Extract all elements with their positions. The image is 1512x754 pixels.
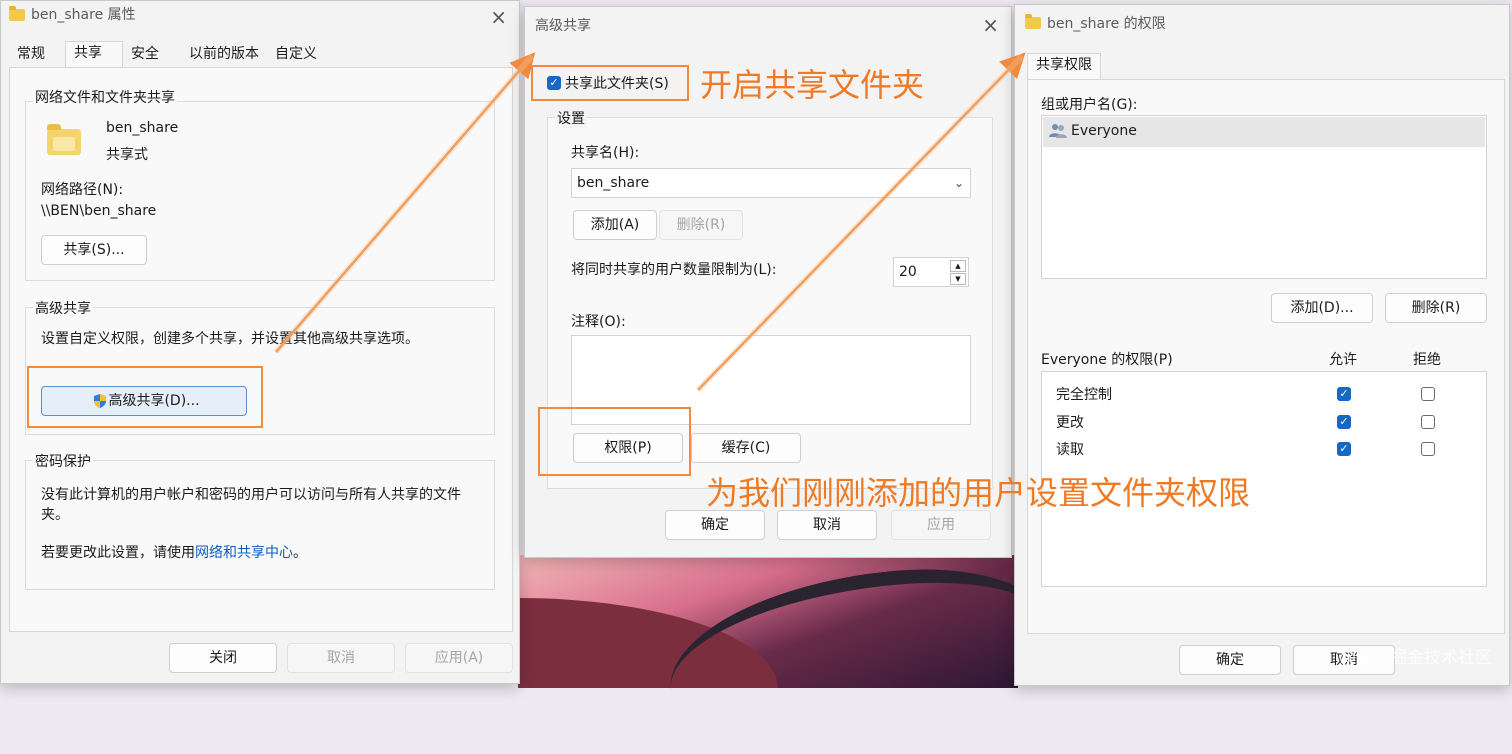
permissions-highlight (538, 407, 691, 476)
ok-button[interactable]: 确定 (665, 510, 765, 540)
tab-general[interactable]: 常规 (9, 43, 53, 67)
list-item[interactable]: Everyone (1043, 117, 1485, 147)
annotation-set-permissions: 为我们刚刚添加的用户设置文件夹权限 (706, 474, 1251, 512)
tab-security[interactable]: 安全 (123, 43, 167, 67)
caching-button[interactable]: 缓存(C) (691, 433, 801, 463)
deny-read-checkbox[interactable] (1421, 442, 1435, 456)
share-name-value: ben_share (577, 175, 650, 191)
ok-button[interactable]: 确定 (1179, 645, 1281, 675)
group-user-label: 组或用户名(G): (1041, 97, 1138, 113)
tab-sharing[interactable]: 共享 (65, 41, 123, 67)
tab-previous-versions[interactable]: 以前的版本 (181, 43, 267, 67)
chevron-down-icon: ⌄ (953, 176, 964, 190)
close-button[interactable]: 关闭 (169, 643, 277, 673)
user-limit-label: 将同时共享的用户数量限制为(L): (571, 262, 777, 278)
permissions-for-label: Everyone 的权限(P) (1041, 352, 1173, 368)
folder-name: ben_share (106, 120, 179, 136)
users-group-icon (1049, 124, 1067, 138)
permissions-titlebar: ben_share 的权限 (1015, 5, 1509, 39)
desktop-wallpaper (518, 555, 1056, 754)
perm-name-read: 读取 (1056, 442, 1084, 458)
wallpaper-road (660, 555, 1056, 754)
annotation-enable-share: 开启共享文件夹 (700, 66, 925, 104)
properties-title: ben_share 属性 (31, 7, 136, 23)
allow-full-control-checkbox[interactable]: ✓ (1337, 387, 1351, 401)
user-name: Everyone (1071, 123, 1137, 139)
share-button[interactable]: 共享(S)... (41, 235, 147, 265)
shared-folder-icon (47, 124, 81, 155)
user-limit-stepper[interactable]: 20 ▲ ▼ (893, 257, 969, 287)
network-path-label: 网络路径(N): (41, 182, 124, 198)
apply-button[interactable]: 应用 (891, 510, 991, 540)
permissions-title: ben_share 的权限 (1047, 16, 1166, 32)
spin-down-icon[interactable]: ▼ (950, 273, 966, 285)
folder-share-status: 共享式 (106, 147, 148, 163)
password-group-label: 密码保护 (33, 451, 93, 471)
cancel-button[interactable]: 取消 (287, 643, 395, 673)
perm-name-full-control: 完全控制 (1056, 387, 1112, 403)
password-protection-group (25, 460, 495, 590)
share-name-select[interactable]: ben_share ⌄ (571, 168, 971, 198)
tab-share-permissions[interactable]: 共享权限 (1027, 53, 1101, 79)
password-change-suffix: 。 (293, 545, 307, 561)
deny-full-control-checkbox[interactable] (1421, 387, 1435, 401)
advanced-sharing-title: 高级共享 (535, 18, 591, 34)
properties-titlebar: ben_share 属性 × (1, 1, 519, 35)
spin-up-icon[interactable]: ▲ (950, 260, 966, 272)
deny-column-header: 拒绝 (1413, 352, 1441, 368)
password-change-prefix: 若要更改此设置，请使用 (41, 545, 195, 561)
watermark: @稀土掘金技术社区 (1339, 648, 1492, 668)
allow-change-checkbox[interactable]: ✓ (1337, 415, 1351, 429)
permissions-dialog: ben_share 的权限 共享权限 组或用户名(G): Everyone 添加… (1014, 4, 1510, 686)
remove-user-button[interactable]: 删除(R) (1385, 293, 1487, 323)
advanced-share-highlight (27, 366, 263, 428)
comment-label: 注释(O): (571, 314, 626, 330)
add-user-button[interactable]: 添加(D)... (1271, 293, 1373, 323)
close-icon[interactable]: × (490, 5, 507, 29)
properties-dialog: ben_share 属性 × 常规 共享 安全 以前的版本 自定义 网络文件和文… (0, 0, 520, 684)
folder-icon (1025, 14, 1041, 29)
password-description: 没有此计算机的用户帐户和密码的用户可以访问与所有人共享的文件夹。 (41, 487, 461, 523)
share-name-label: 共享名(H): (571, 145, 640, 161)
cancel-button[interactable]: 取消 (777, 510, 877, 540)
advanced-share-description: 设置自定义权限，创建多个共享，并设置其他高级共享选项。 (41, 331, 419, 347)
tab-customize[interactable]: 自定义 (267, 43, 325, 67)
close-icon[interactable]: × (982, 13, 999, 37)
advanced-sharing-titlebar: 高级共享 × (525, 7, 1011, 41)
share-folder-highlight (531, 65, 689, 101)
user-limit-value: 20 (899, 264, 917, 280)
advanced-share-group-label: 高级共享 (33, 298, 93, 318)
settings-group-label: 设置 (555, 108, 587, 128)
folder-icon (9, 6, 25, 21)
network-sharing-center-link[interactable]: 网络和共享中心 (195, 545, 293, 561)
password-change-line: 若要更改此设置，请使用网络和共享中心。 (41, 542, 307, 562)
apply-button[interactable]: 应用(A) (405, 643, 513, 673)
network-path-value: \\BEN\ben_share (41, 203, 157, 219)
perm-name-change: 更改 (1056, 415, 1084, 431)
network-share-group-label: 网络文件和文件夹共享 (33, 87, 177, 107)
allow-read-checkbox[interactable]: ✓ (1337, 442, 1351, 456)
remove-share-button[interactable]: 删除(R) (659, 210, 743, 240)
allow-column-header: 允许 (1329, 352, 1357, 368)
deny-change-checkbox[interactable] (1421, 415, 1435, 429)
add-share-button[interactable]: 添加(A) (573, 210, 657, 240)
user-list[interactable]: Everyone (1041, 115, 1487, 279)
